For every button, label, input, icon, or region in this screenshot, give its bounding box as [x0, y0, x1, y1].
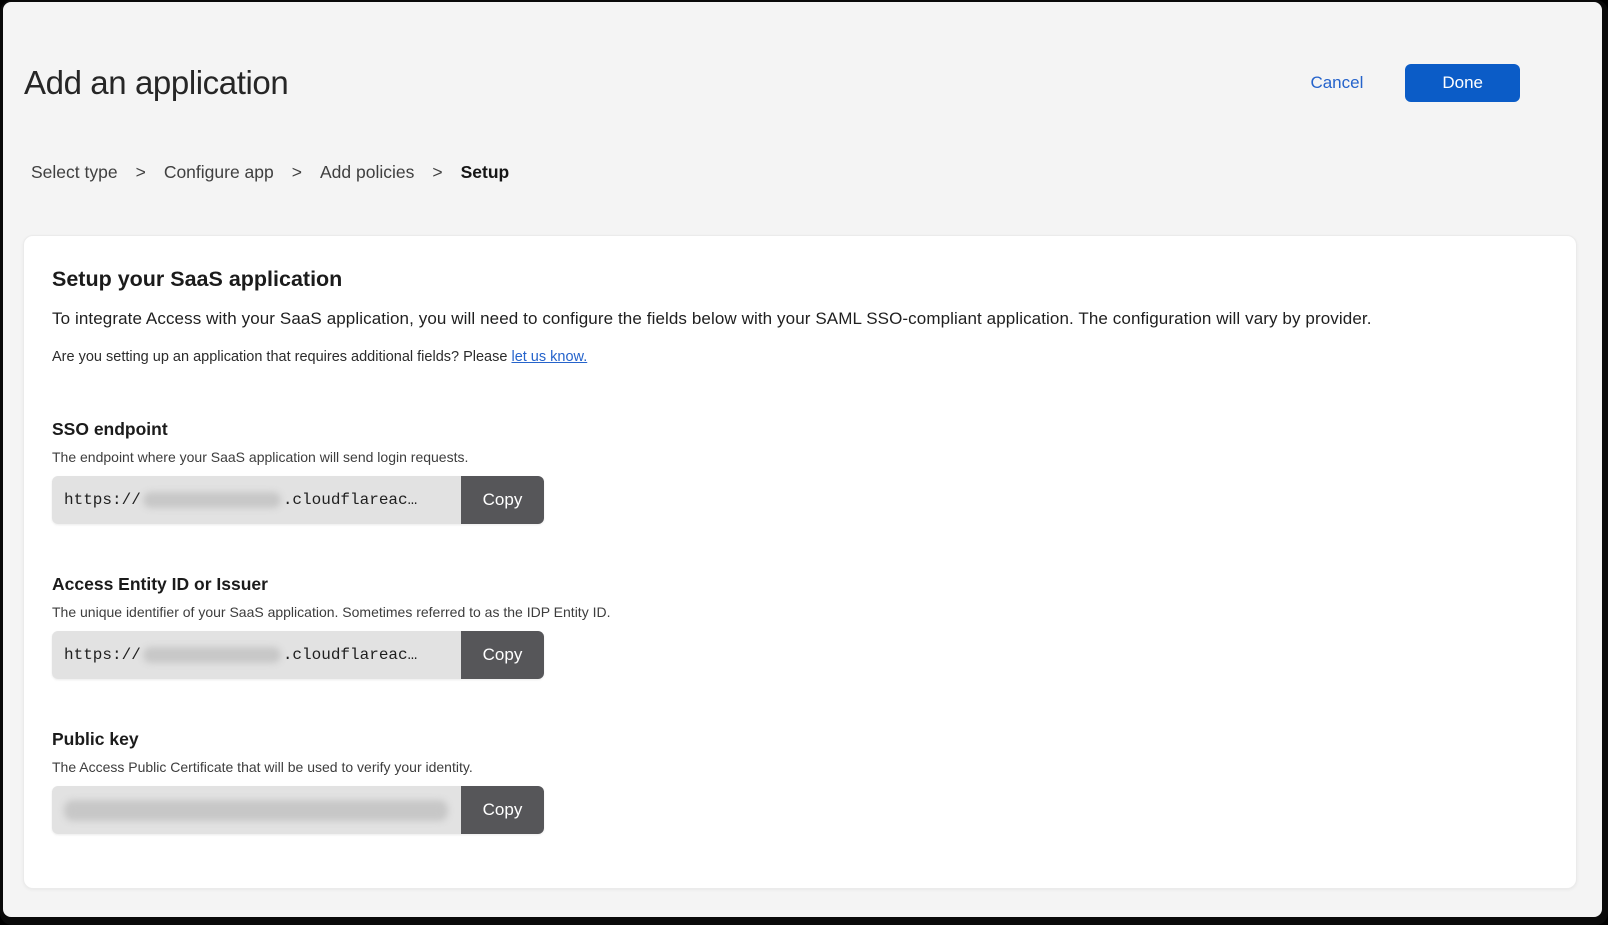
field-description: The endpoint where your SaaS application… [52, 449, 1548, 465]
breadcrumb-step-select-type[interactable]: Select type [31, 162, 118, 183]
value-suffix: .cloudflareac… [283, 646, 417, 664]
breadcrumb-step-add-policies[interactable]: Add policies [320, 162, 414, 183]
card-intro-text: To integrate Access with your SaaS appli… [52, 309, 1548, 329]
field-section-entity-id: Access Entity ID or Issuer The unique id… [52, 574, 1548, 679]
copy-sso-endpoint-button[interactable]: Copy [461, 476, 544, 524]
cancel-button[interactable]: Cancel [1310, 73, 1363, 93]
redacted-value-blur [143, 492, 281, 508]
field-description: The Access Public Certificate that will … [52, 759, 1548, 775]
sso-endpoint-value-row: https:// .cloudflareac… Copy [52, 476, 544, 524]
header-actions: Cancel Done [1310, 64, 1520, 102]
app-viewport: Add an application Cancel Done Select ty… [3, 2, 1602, 917]
sso-endpoint-value[interactable]: https:// .cloudflareac… [52, 476, 461, 524]
field-label: Access Entity ID or Issuer [52, 574, 1548, 595]
redacted-value-blur [64, 800, 448, 821]
breadcrumb-separator: > [292, 162, 302, 183]
page-header: Add an application Cancel Done [3, 2, 1602, 102]
setup-card: Setup your SaaS application To integrate… [23, 235, 1577, 889]
entity-id-value-row: https:// .cloudflareac… Copy [52, 631, 544, 679]
field-section-sso-endpoint: SSO endpoint The endpoint where your Saa… [52, 419, 1548, 524]
value-suffix: .cloudflareac… [283, 491, 417, 509]
let-us-know-link[interactable]: let us know. [511, 349, 587, 365]
field-description: The unique identifier of your SaaS appli… [52, 604, 1548, 620]
copy-public-key-button[interactable]: Copy [461, 786, 544, 834]
card-note: Are you setting up an application that r… [52, 349, 1548, 365]
done-button[interactable]: Done [1405, 64, 1520, 102]
breadcrumb: Select type > Configure app > Add polici… [31, 162, 1602, 183]
public-key-value[interactable] [52, 786, 461, 834]
field-label: SSO endpoint [52, 419, 1548, 440]
note-text: Are you setting up an application that r… [52, 349, 511, 365]
card-heading: Setup your SaaS application [52, 267, 1548, 292]
field-section-public-key: Public key The Access Public Certificate… [52, 729, 1548, 834]
breadcrumb-separator: > [136, 162, 146, 183]
breadcrumb-step-setup: Setup [461, 162, 510, 183]
value-prefix: https:// [64, 646, 141, 664]
public-key-value-row: Copy [52, 786, 544, 834]
page-title: Add an application [24, 64, 288, 102]
field-label: Public key [52, 729, 1548, 750]
screenshot-frame: Add an application Cancel Done Select ty… [0, 0, 1608, 925]
copy-entity-id-button[interactable]: Copy [461, 631, 544, 679]
value-prefix: https:// [64, 491, 141, 509]
breadcrumb-step-configure-app[interactable]: Configure app [164, 162, 274, 183]
entity-id-value[interactable]: https:// .cloudflareac… [52, 631, 461, 679]
breadcrumb-separator: > [432, 162, 442, 183]
redacted-value-blur [143, 647, 281, 663]
